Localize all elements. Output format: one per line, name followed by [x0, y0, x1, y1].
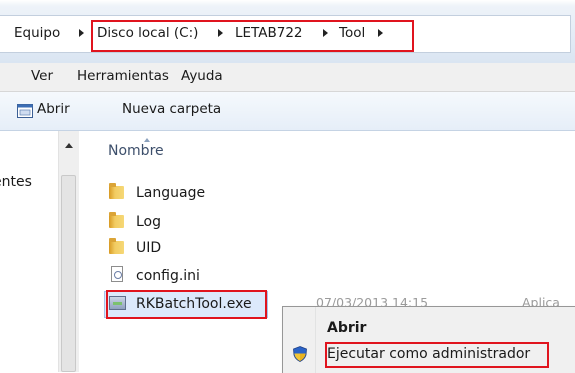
- settings-file-icon: [108, 266, 126, 283]
- file-name: UID: [136, 240, 162, 256]
- uac-shield-icon: [293, 346, 307, 362]
- folder-icon: [108, 238, 126, 255]
- menu-gutter: [315, 307, 316, 373]
- open-button[interactable]: Abrir: [12, 99, 84, 123]
- nav-item-label[interactable]: entes: [0, 174, 32, 190]
- open-button-label: Abrir: [37, 101, 70, 117]
- breadcrumb-equipo[interactable]: Equipo: [14, 25, 60, 41]
- navigation-pane[interactable]: entes: [0, 131, 58, 372]
- menu-ver[interactable]: Ver: [31, 68, 53, 84]
- run-as-admin-highlight-box: [325, 342, 549, 368]
- command-toolbar: [0, 92, 575, 131]
- menu-ayuda[interactable]: Ayuda: [181, 68, 223, 84]
- new-folder-button[interactable]: Nueva carpeta: [122, 101, 221, 117]
- open-window-icon: [17, 104, 33, 118]
- file-name: config.ini: [136, 268, 200, 284]
- scroll-up-arrow-icon[interactable]: [65, 143, 73, 148]
- menu-herramientas[interactable]: Herramientas: [77, 68, 169, 84]
- sort-ascending-icon: [144, 138, 150, 142]
- breadcrumb-highlight-box: [91, 20, 414, 52]
- nav-scrollbar[interactable]: [58, 131, 79, 372]
- scrollbar-thumb[interactable]: [61, 175, 76, 372]
- folder-icon: [108, 212, 126, 229]
- chevron-right-icon[interactable]: [79, 29, 84, 37]
- file-name: Log: [136, 214, 162, 230]
- folder-icon: [108, 183, 126, 200]
- file-name: Language: [136, 185, 206, 201]
- column-header-name[interactable]: Nombre: [108, 143, 164, 159]
- menu-item-open[interactable]: Abrir: [327, 320, 366, 336]
- exe-highlight-box: [106, 290, 267, 319]
